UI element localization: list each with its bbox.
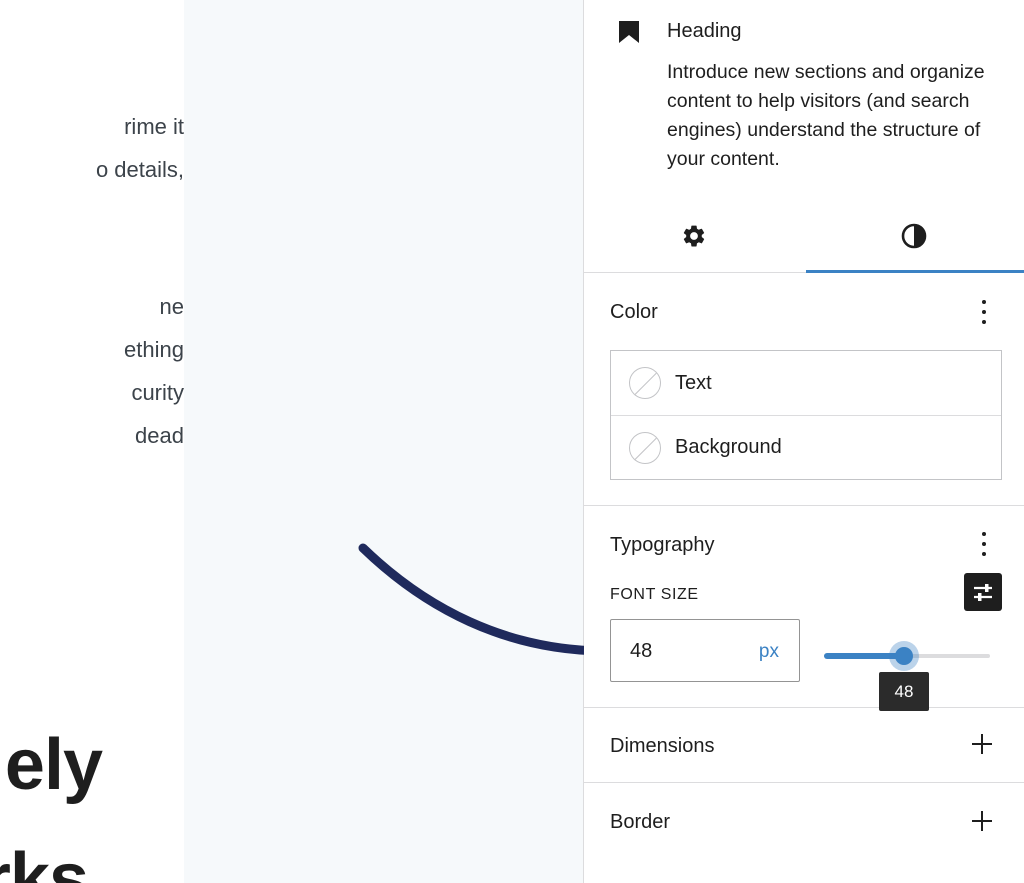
dimensions-panel-title: Dimensions: [610, 735, 715, 757]
dimensions-panel[interactable]: Dimensions: [584, 708, 1024, 783]
typography-options-menu-button[interactable]: [974, 530, 994, 558]
tab-settings[interactable]: [584, 200, 804, 272]
color-panel: Color Text Background: [584, 273, 1024, 506]
color-item-label: Background: [675, 436, 782, 458]
canvas-background: [184, 0, 584, 883]
color-item-label: Text: [675, 371, 712, 394]
empty-swatch-icon: [629, 431, 661, 464]
paragraph-line: dead: [135, 423, 184, 448]
typography-panel: Typography FONT SIZE 48 px 48: [584, 506, 1024, 711]
border-panel-title: Border: [610, 811, 671, 833]
color-options-menu-button[interactable]: [974, 298, 994, 326]
border-panel[interactable]: Border: [584, 783, 1024, 859]
slider-thumb[interactable]: [895, 647, 913, 665]
border-add-icon[interactable]: [972, 811, 992, 831]
font-size-unit-select[interactable]: px: [759, 641, 779, 663]
paragraph-line: o details,: [95, 157, 184, 182]
sliders-icon: [974, 584, 992, 601]
bookmark-icon: [619, 21, 639, 43]
annotation-arrow: [358, 543, 613, 668]
empty-swatch-icon: [629, 367, 661, 399]
font-size-label: FONT SIZE: [610, 586, 699, 603]
paragraph-line: ething: [124, 337, 184, 362]
block-card: Heading Introduce new sections and organ…: [584, 0, 1024, 195]
paragraph-line: rime it: [124, 114, 184, 139]
block-description: Introduce new sections and organize cont…: [667, 61, 985, 170]
block-title: Heading: [667, 20, 742, 42]
block-inspector-sidebar: Heading Introduce new sections and organ…: [584, 0, 1024, 883]
color-panel-title: Color: [610, 301, 658, 323]
typography-panel-title: Typography: [610, 534, 715, 556]
set-custom-size-button[interactable]: [964, 573, 1002, 611]
inspector-tabs: [584, 200, 1024, 273]
font-size-slider[interactable]: [824, 641, 990, 671]
font-size-value: 48: [630, 640, 653, 662]
paragraph-line: curity: [131, 380, 184, 405]
font-size-input[interactable]: 48 px: [610, 619, 800, 682]
dimensions-add-icon[interactable]: [972, 734, 992, 754]
contrast-icon: [901, 223, 927, 249]
paragraph-line: ne: [159, 294, 184, 319]
paragraph-block[interactable]: rime it o details,: [0, 105, 184, 191]
paragraph-block[interactable]: ne ething curity dead: [0, 285, 184, 457]
gear-icon: [683, 225, 705, 247]
tab-styles[interactable]: [804, 200, 1024, 272]
color-list: Text Background: [610, 350, 1002, 480]
color-item-background[interactable]: Background: [611, 415, 1001, 479]
color-item-text[interactable]: Text: [611, 351, 1001, 415]
heading-block-line[interactable]: ely: [5, 724, 103, 806]
heading-block-line[interactable]: rks: [0, 838, 89, 883]
slider-value-tooltip: 48: [879, 672, 929, 711]
editor-canvas[interactable]: rime it o details, ne ething curity dead…: [0, 0, 184, 883]
